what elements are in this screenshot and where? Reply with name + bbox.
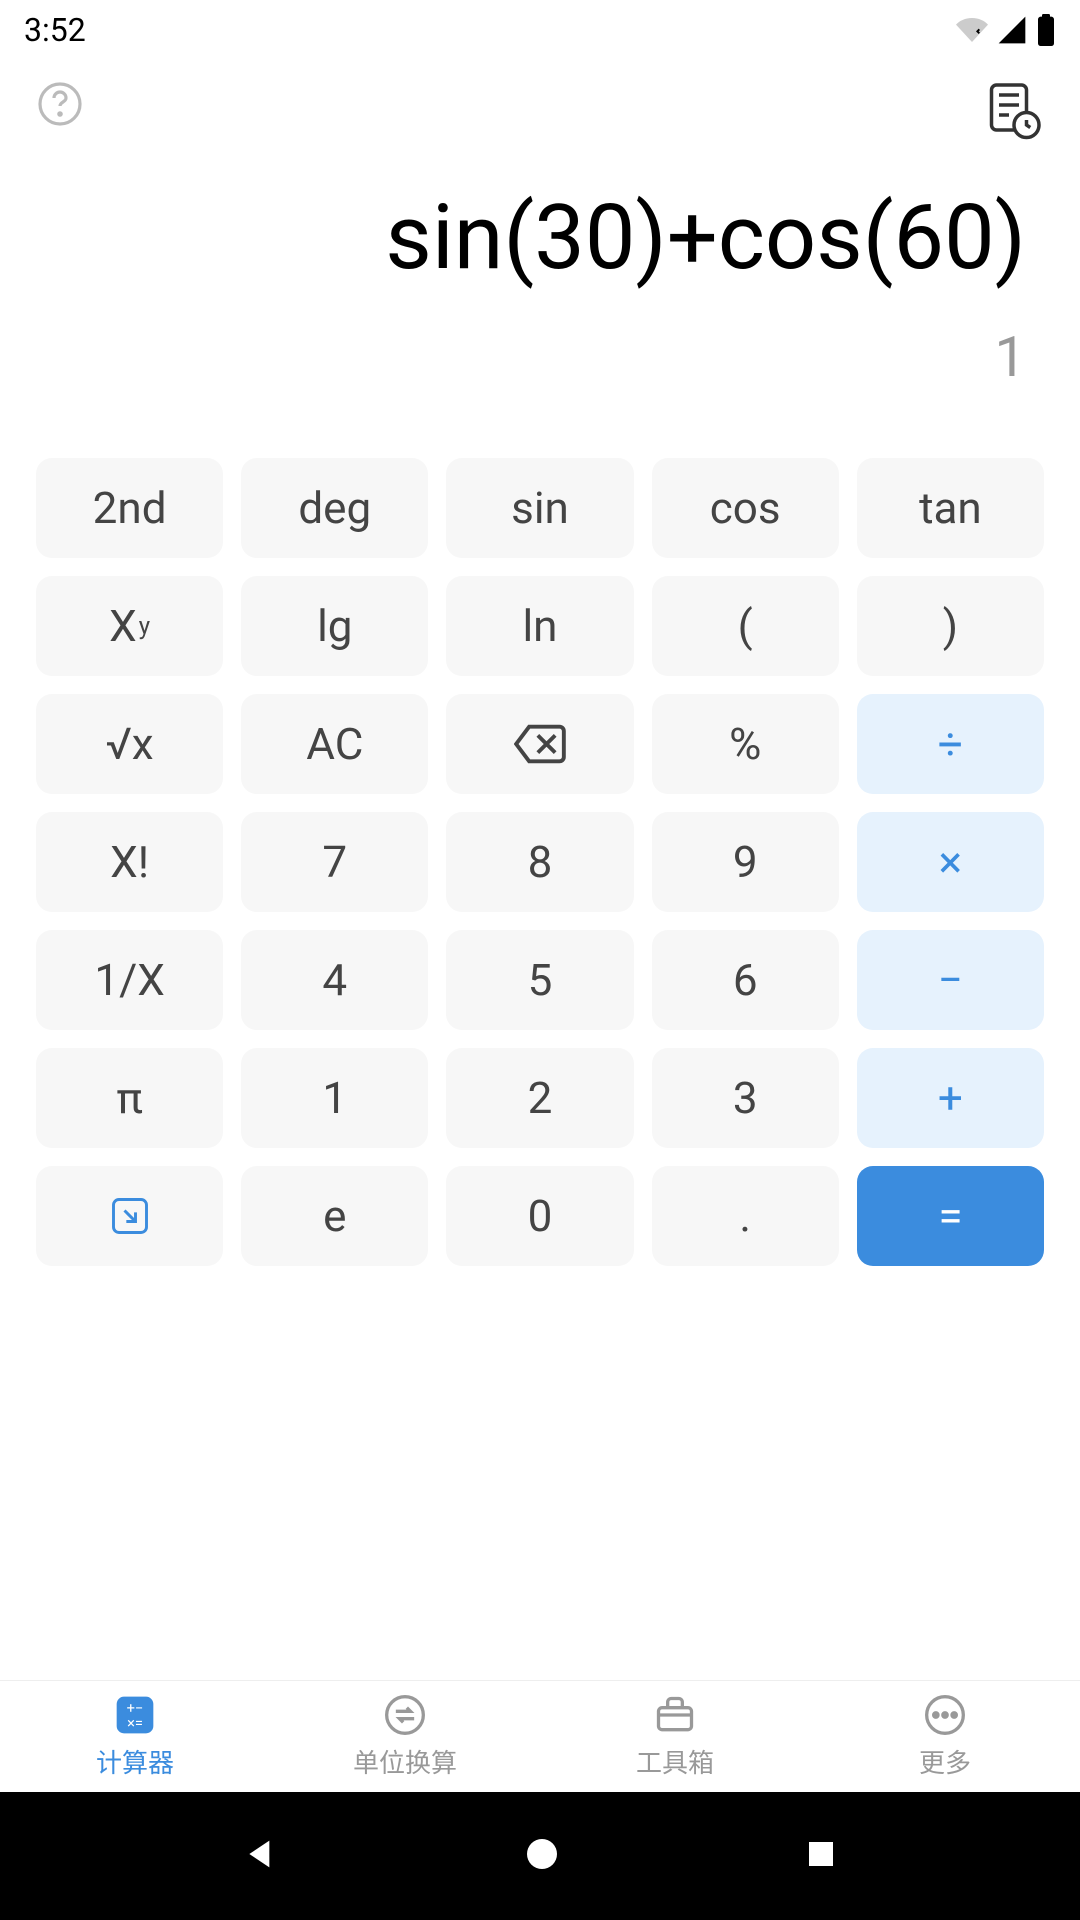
swap-icon (383, 1693, 427, 1737)
system-nav (0, 1792, 1080, 1920)
key-reciprocal[interactable]: 1/X (36, 930, 223, 1030)
expression-display: sin(30)+cos(60) (54, 184, 1026, 292)
recent-square-icon (803, 1836, 839, 1872)
key-multiply[interactable]: × (857, 812, 1044, 912)
bottom-nav: +−×= 计算器 单位换算 工具箱 更多 (0, 1680, 1080, 1792)
key-divide[interactable]: ÷ (857, 694, 1044, 794)
key-0[interactable]: 0 (446, 1166, 633, 1266)
key-backspace[interactable] (446, 694, 633, 794)
key-ln[interactable]: ln (446, 576, 633, 676)
sys-home-button[interactable] (522, 1834, 562, 1878)
key-4[interactable]: 4 (241, 930, 428, 1030)
key-7[interactable]: 7 (241, 812, 428, 912)
key-3[interactable]: 3 (652, 1048, 839, 1148)
key-8[interactable]: 8 (446, 812, 633, 912)
nav-unit[interactable]: 单位换算 (270, 1681, 540, 1792)
result-display: 1 (54, 324, 1026, 390)
collapse-icon (108, 1194, 152, 1238)
key-5[interactable]: 5 (446, 930, 633, 1030)
nav-label: 工具箱 (636, 1743, 714, 1780)
sys-recent-button[interactable] (803, 1836, 839, 1876)
more-icon (923, 1693, 967, 1737)
key-6[interactable]: 6 (652, 930, 839, 1030)
header (0, 60, 1080, 160)
nav-toolbox[interactable]: 工具箱 (540, 1681, 810, 1792)
key-cos[interactable]: cos (652, 458, 839, 558)
backspace-icon (514, 724, 566, 764)
key-percent[interactable]: % (652, 694, 839, 794)
nav-label: 计算器 (96, 1743, 174, 1780)
key-sqrt[interactable]: √x (36, 694, 223, 794)
status-icons (956, 14, 1056, 46)
key-equals[interactable]: = (857, 1166, 1044, 1266)
back-triangle-icon (241, 1834, 281, 1874)
nav-label: 单位换算 (353, 1743, 457, 1780)
key-1[interactable]: 1 (241, 1048, 428, 1148)
nav-calculator[interactable]: +−×= 计算器 (0, 1681, 270, 1792)
status-bar: 3:52 (0, 0, 1080, 60)
key-2nd[interactable]: 2nd (36, 458, 223, 558)
wifi-off-icon (956, 14, 988, 46)
nav-more[interactable]: 更多 (810, 1681, 1080, 1792)
key-deg[interactable]: deg (241, 458, 428, 558)
key-lparen[interactable]: ( (652, 576, 839, 676)
key-rparen[interactable]: ) (857, 576, 1044, 676)
key-collapse[interactable] (36, 1166, 223, 1266)
status-time: 3:52 (24, 11, 86, 49)
key-9[interactable]: 9 (652, 812, 839, 912)
display-area: sin(30)+cos(60) 1 (0, 184, 1080, 390)
signal-icon (996, 14, 1028, 46)
key-power[interactable]: Xy (36, 576, 223, 676)
key-ac[interactable]: AC (241, 694, 428, 794)
help-icon (36, 80, 84, 128)
key-2[interactable]: 2 (446, 1048, 633, 1148)
history-button[interactable] (984, 80, 1044, 144)
svg-text:×=: ×= (127, 1714, 143, 1732)
nav-label: 更多 (919, 1743, 971, 1780)
key-e[interactable]: e (241, 1166, 428, 1266)
key-sin[interactable]: sin (446, 458, 633, 558)
key-factorial[interactable]: X! (36, 812, 223, 912)
key-dot[interactable]: . (652, 1166, 839, 1266)
calculator-icon: +−×= (113, 1693, 157, 1737)
key-minus[interactable]: − (857, 930, 1044, 1030)
key-plus[interactable]: + (857, 1048, 1044, 1148)
sys-back-button[interactable] (241, 1834, 281, 1878)
key-lg[interactable]: lg (241, 576, 428, 676)
home-circle-icon (522, 1834, 562, 1874)
history-icon (984, 80, 1044, 140)
toolbox-icon (653, 1693, 697, 1737)
battery-icon (1036, 14, 1056, 46)
key-pi[interactable]: π (36, 1048, 223, 1148)
key-tan[interactable]: tan (857, 458, 1044, 558)
keypad: 2nd deg sin cos tan Xy lg ln ( ) √x AC %… (0, 422, 1080, 1302)
help-button[interactable] (36, 80, 84, 132)
